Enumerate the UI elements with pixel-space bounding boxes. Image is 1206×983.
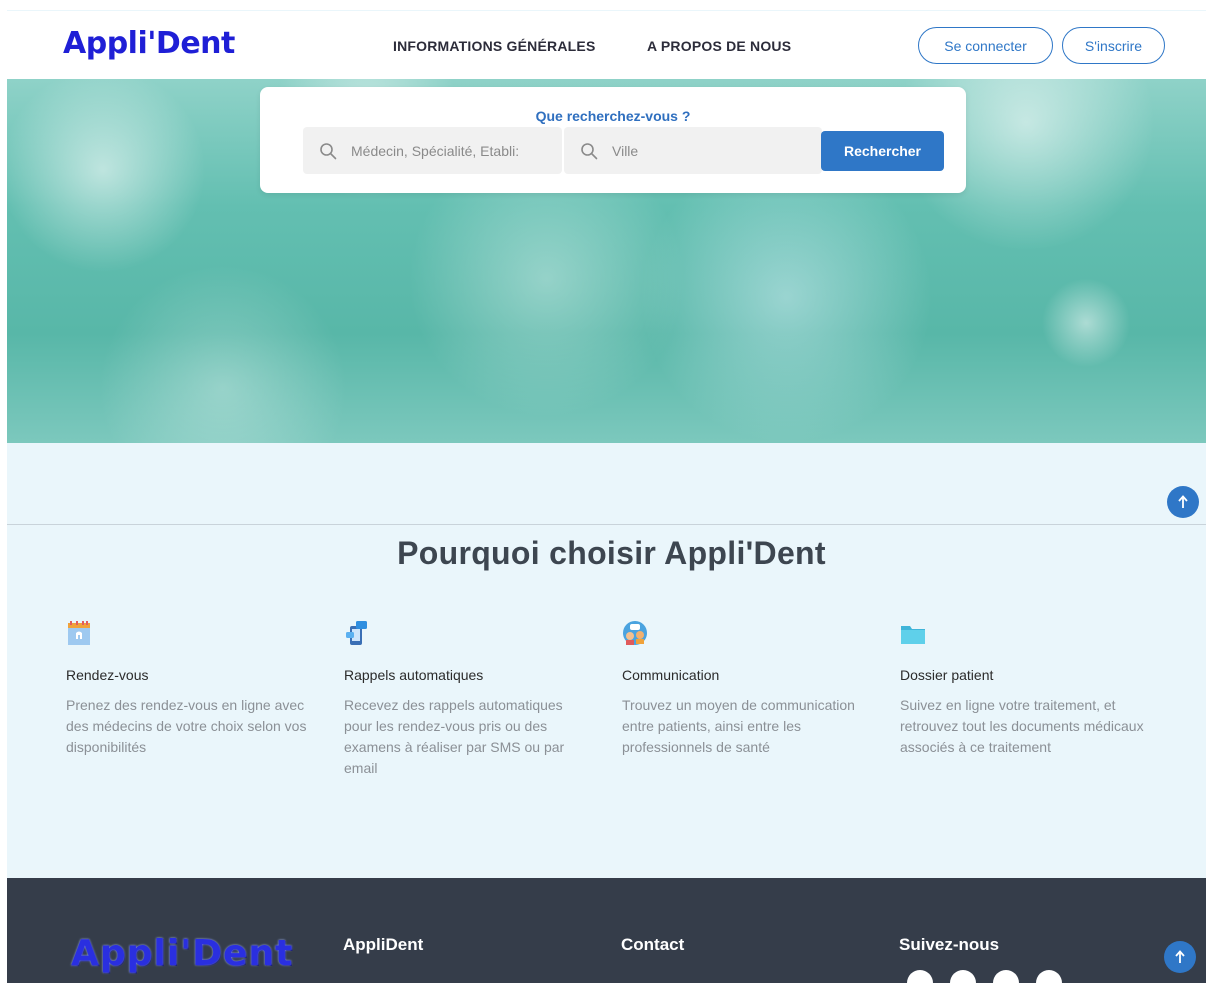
footer-col-title-appli: AppliDent — [343, 935, 424, 954]
arrow-up-icon — [1175, 950, 1185, 963]
phone-reminder-icon — [346, 621, 367, 645]
arrow-up-icon — [1178, 495, 1188, 508]
search-icon — [581, 142, 598, 159]
footer-logo[interactable]: Appli'Dent — [71, 933, 293, 974]
search-title: Que recherchez-vous ? — [535, 108, 691, 124]
hero-banner: Que recherchez-vous ? Médecin, Spécialit… — [7, 79, 1206, 443]
search-button[interactable]: Rechercher — [821, 131, 944, 171]
search-card: Que recherchez-vous ? Médecin, Spécialit… — [260, 87, 966, 193]
signup-button[interactable]: S'inscrire — [1062, 27, 1165, 64]
search-what-field[interactable]: Médecin, Spécialité, Etabli: — [303, 127, 562, 174]
social-icon[interactable] — [993, 970, 1019, 983]
social-icon[interactable] — [1036, 970, 1062, 983]
calendar-icon — [68, 621, 90, 645]
section-divider — [7, 524, 1206, 525]
feature-title: Rendez-vous — [66, 667, 149, 683]
feature-title: Dossier patient — [900, 667, 994, 683]
site-logo[interactable]: Appli'Dent — [63, 26, 235, 61]
feature-dossier: Dossier patient Suivez en ligne votre tr… — [900, 620, 1150, 758]
nav-informations-generales[interactable]: INFORMATIONS GÉNÉRALES — [393, 38, 595, 54]
social-icon[interactable] — [950, 970, 976, 983]
feature-description: Recevez des rappels automatiques pour le… — [344, 697, 565, 776]
footer-col-title-contact: Contact — [621, 935, 685, 954]
search-what-placeholder: Médecin, Spécialité, Etabli: — [351, 142, 520, 159]
page: Appli'Dent INFORMATIONS GÉNÉRALES A PROP… — [7, 10, 1206, 983]
feature-rendez-vous: Rendez-vous Prenez des rendez-vous en li… — [66, 620, 316, 758]
scroll-to-top-button[interactable] — [1164, 941, 1196, 973]
search-city-placeholder: Ville — [612, 142, 639, 159]
folder-icon — [901, 626, 925, 644]
scroll-to-top-button[interactable] — [1167, 486, 1199, 518]
login-button[interactable]: Se connecter — [918, 27, 1053, 64]
footer-col-title-social: Suivez-nous — [899, 935, 1000, 954]
feature-title: Communication — [622, 667, 720, 683]
chat-people-icon — [623, 621, 647, 645]
feature-rappels: Rappels automatiques Recevez des rappels… — [344, 620, 594, 779]
feature-description: Trouvez un moyen de communication entre … — [622, 697, 855, 755]
feature-communication: Communication Trouvez un moyen de commun… — [622, 620, 872, 758]
search-city-field[interactable]: Ville — [564, 127, 822, 174]
site-footer: Appli'Dent AppliDent Contact Suivez-nous — [7, 878, 1206, 983]
feature-description: Prenez des rendez-vous en ligne avec des… — [66, 697, 307, 755]
section-title: Pourquoi choisir Appli'Dent — [397, 535, 826, 571]
social-icon[interactable] — [907, 970, 933, 983]
feature-title: Rappels automatiques — [344, 667, 484, 683]
site-header: Appli'Dent INFORMATIONS GÉNÉRALES A PROP… — [7, 11, 1206, 79]
nav-a-propos[interactable]: A PROPOS DE NOUS — [647, 38, 791, 54]
feature-description: Suivez en ligne votre traitement, et ret… — [900, 697, 1144, 755]
search-icon — [320, 142, 337, 159]
